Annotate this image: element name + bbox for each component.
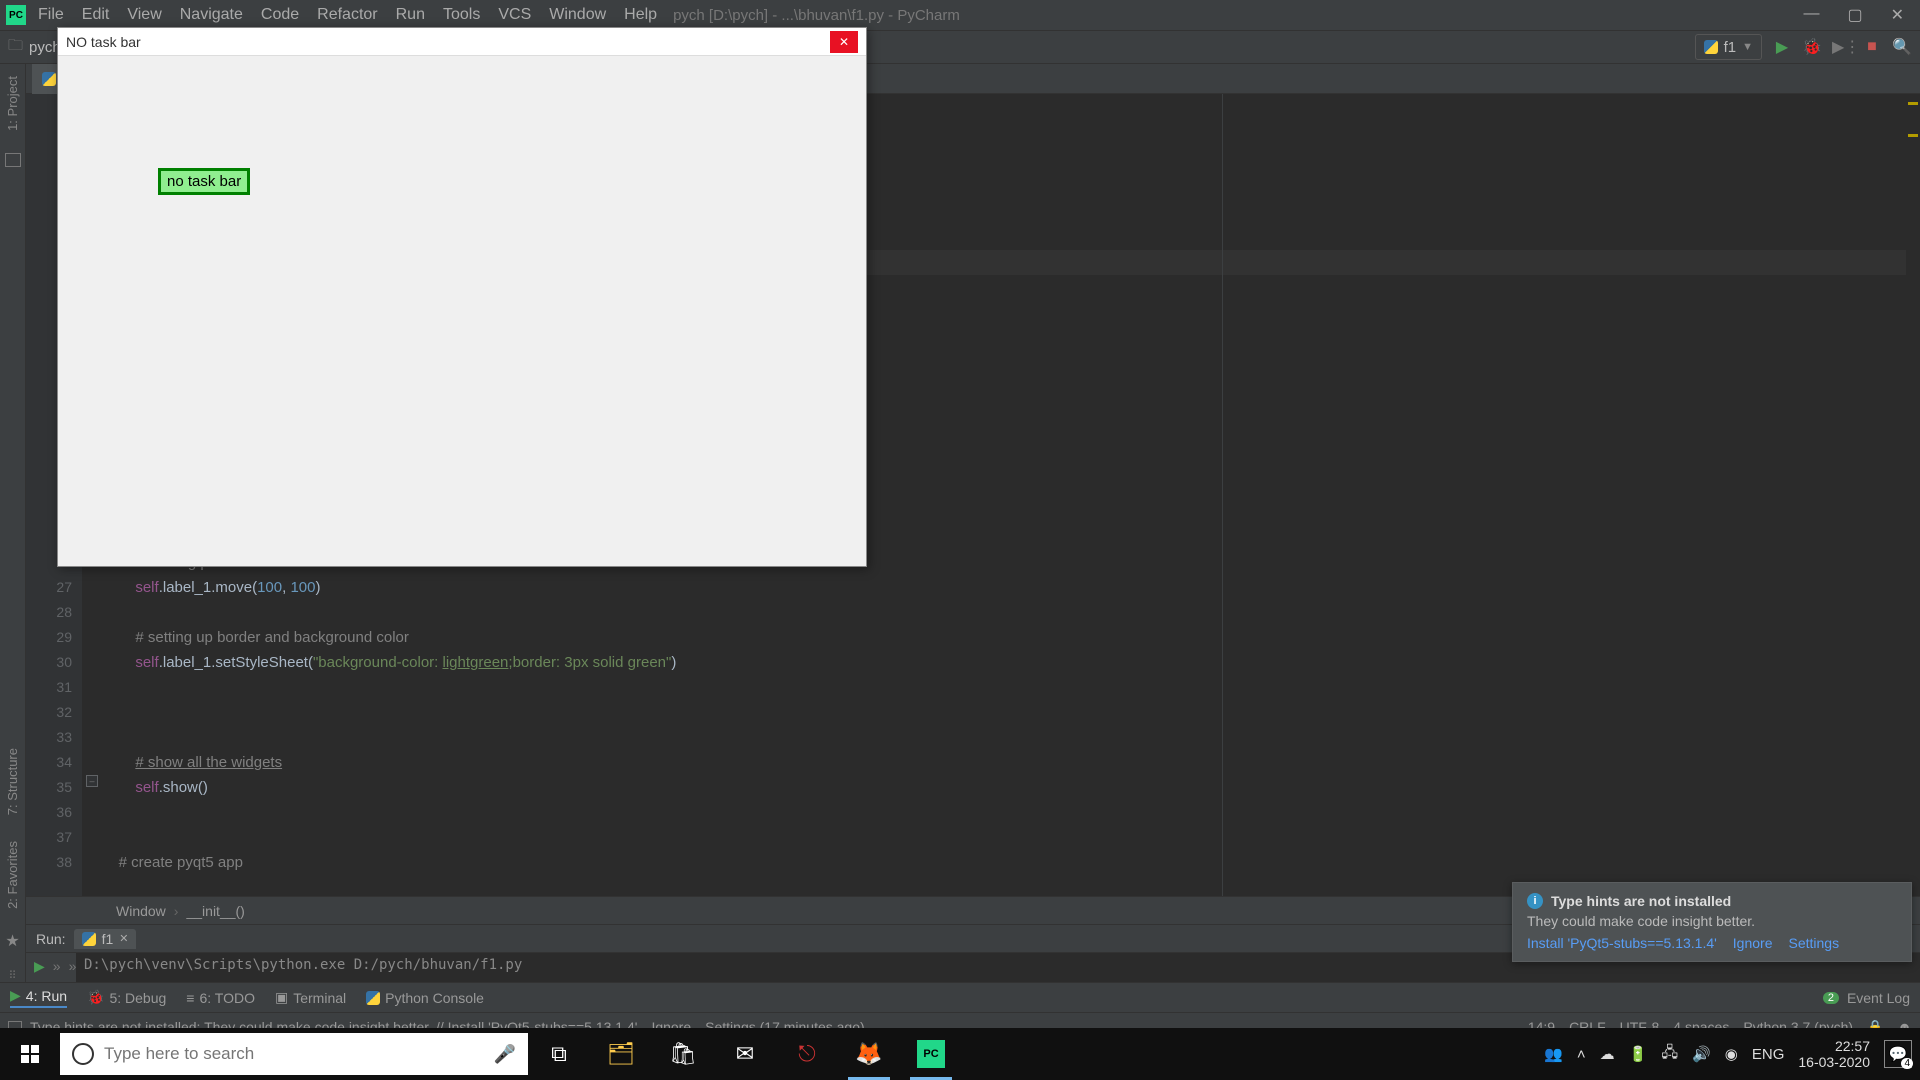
titlebar: PC File Edit View Navigate Code Refactor… bbox=[0, 0, 1920, 30]
tray-battery-icon[interactable]: 🔋 bbox=[1629, 1045, 1648, 1063]
minimize-icon[interactable]: — bbox=[1803, 5, 1819, 25]
notification-popup: i Type hints are not installed They could… bbox=[1512, 882, 1912, 962]
taskbar-app[interactable]: ⎋ bbox=[776, 1028, 838, 1080]
run-config-selector[interactable]: f1 ▼ bbox=[1695, 34, 1762, 60]
menu-window[interactable]: Window bbox=[549, 6, 606, 24]
left-tool-strip: 1: Project 7: Structure 2: Favorites ★ ⠿ bbox=[0, 64, 26, 982]
notif-install-link[interactable]: Install 'PyQt5-stubs==5.13.1.4' bbox=[1527, 935, 1717, 951]
menu-file[interactable]: File bbox=[38, 6, 64, 24]
python-file-icon bbox=[42, 72, 56, 86]
system-tray: 👥 ˄ ☁ 🔋 🖧 🔊 ◉ ENG 22:5716-03-2020 💬4 bbox=[1544, 1038, 1920, 1070]
search-input[interactable] bbox=[104, 1044, 484, 1064]
breadcrumb-root[interactable]: pych bbox=[29, 39, 61, 56]
action-center-button[interactable]: 💬4 bbox=[1884, 1040, 1912, 1068]
rerun-button[interactable]: ▶ bbox=[34, 958, 45, 975]
error-stripe[interactable] bbox=[1906, 94, 1920, 896]
notif-ignore-link[interactable]: Ignore bbox=[1733, 935, 1773, 951]
menu-view[interactable]: View bbox=[127, 6, 161, 24]
menu-help[interactable]: Help bbox=[624, 6, 657, 24]
event-count-badge: 2 bbox=[1823, 992, 1839, 1004]
window-title: pych [D:\pych] - ...\bhuvan\f1.py - PyCh… bbox=[673, 7, 960, 24]
taskbar-pycharm[interactable]: PC bbox=[900, 1028, 962, 1080]
menu-edit[interactable]: Edit bbox=[82, 6, 110, 24]
star-icon: ★ bbox=[5, 931, 19, 951]
windows-taskbar: 🎤 ⧉ 🗂 🛍 ✉ ⎋ 🦊 PC 👥 ˄ ☁ 🔋 🖧 🔊 ◉ ENG 22:57… bbox=[0, 1028, 1920, 1080]
tool-icon[interactable] bbox=[5, 153, 21, 167]
taskbar-file-explorer[interactable]: 🗂 bbox=[590, 1028, 652, 1080]
tray-volume-icon[interactable]: 🔊 bbox=[1692, 1045, 1711, 1063]
start-button[interactable] bbox=[0, 1028, 60, 1080]
taskbar-store[interactable]: 🛍 bbox=[652, 1028, 714, 1080]
more-icon[interactable]: » bbox=[53, 958, 61, 974]
tray-onedrive-icon[interactable]: ☁ bbox=[1600, 1045, 1615, 1063]
chevron-right-icon: › bbox=[174, 903, 179, 919]
pycharm-icon: PC bbox=[917, 1040, 945, 1068]
project-tool-tab[interactable]: 1: Project bbox=[5, 72, 20, 135]
taskbar-search[interactable]: 🎤 bbox=[60, 1033, 528, 1075]
tray-people-icon[interactable]: 👥 bbox=[1544, 1045, 1563, 1063]
crumb-class[interactable]: Window bbox=[116, 903, 166, 919]
dialog-titlebar[interactable]: NO task bar ✕ bbox=[58, 28, 866, 56]
dialog-title: NO task bar bbox=[66, 34, 141, 50]
folder-icon: 🗀 bbox=[8, 35, 23, 60]
dialog-label: no task bar bbox=[158, 168, 250, 195]
cortana-icon bbox=[72, 1043, 94, 1065]
menu-tools[interactable]: Tools bbox=[443, 6, 480, 24]
menu-vcs[interactable]: VCS bbox=[498, 6, 531, 24]
close-icon[interactable]: ✕ bbox=[1891, 5, 1904, 25]
python-icon bbox=[82, 932, 96, 946]
qt-dialog[interactable]: NO task bar ✕ no task bar bbox=[57, 27, 867, 567]
tray-clock[interactable]: 22:5716-03-2020 bbox=[1798, 1038, 1870, 1070]
tab-close-icon[interactable]: ✕ bbox=[119, 932, 128, 945]
tray-network-icon[interactable]: 🖧 bbox=[1661, 1042, 1678, 1067]
tray-language[interactable]: ENG bbox=[1752, 1046, 1785, 1063]
task-view-button[interactable]: ⧉ bbox=[528, 1028, 590, 1080]
tool-debug[interactable]: 🐞5: Debug bbox=[87, 989, 166, 1006]
notif-body: They could make code insight better. bbox=[1527, 913, 1897, 929]
favorites-tool-tab[interactable]: 2: Favorites bbox=[5, 837, 20, 913]
debug-button[interactable]: 🐞 bbox=[1802, 37, 1822, 57]
tool-todo[interactable]: ≡6: TODO bbox=[186, 990, 255, 1006]
run-label: Run: bbox=[36, 931, 66, 947]
pycharm-icon: PC bbox=[6, 5, 26, 25]
run-button[interactable]: ▶ bbox=[1772, 37, 1792, 57]
structure-tool-tab[interactable]: 7: Structure bbox=[5, 744, 20, 819]
run-config-name: f1 bbox=[1724, 39, 1737, 56]
tool-terminal[interactable]: ▣Terminal bbox=[275, 989, 346, 1006]
taskbar-mail[interactable]: ✉ bbox=[714, 1028, 776, 1080]
notif-title: Type hints are not installed bbox=[1551, 893, 1731, 909]
tool-run[interactable]: ▶4: Run bbox=[10, 987, 67, 1008]
menu-run[interactable]: Run bbox=[396, 6, 425, 24]
info-icon: i bbox=[1527, 893, 1543, 909]
crumb-func[interactable]: __init__() bbox=[186, 903, 244, 919]
mic-icon[interactable]: 🎤 bbox=[494, 1044, 516, 1065]
chevron-down-icon: ▼ bbox=[1742, 41, 1753, 53]
menu-navigate[interactable]: Navigate bbox=[180, 6, 243, 24]
notif-settings-link[interactable]: Settings bbox=[1789, 935, 1840, 951]
fold-marker[interactable]: – bbox=[86, 775, 98, 787]
menu-code[interactable]: Code bbox=[261, 6, 299, 24]
dialog-close-button[interactable]: ✕ bbox=[830, 31, 858, 53]
tray-location-icon[interactable]: ◉ bbox=[1725, 1045, 1738, 1063]
windows-logo-icon bbox=[21, 1045, 39, 1063]
python-icon bbox=[1704, 40, 1718, 54]
menu-refactor[interactable]: Refactor bbox=[317, 6, 377, 24]
tool-event-log[interactable]: Event Log bbox=[1847, 990, 1910, 1006]
run-tab[interactable]: f1 ✕ bbox=[74, 929, 137, 949]
taskbar-firefox[interactable]: 🦊 bbox=[838, 1028, 900, 1080]
main-menu: File Edit View Navigate Code Refactor Ru… bbox=[38, 6, 657, 24]
bottom-tool-strip: ▶4: Run 🐞5: Debug ≡6: TODO ▣Terminal Pyt… bbox=[0, 982, 1920, 1012]
tool-python-console[interactable]: Python Console bbox=[366, 990, 484, 1006]
coverage-button[interactable]: ▶⋮ bbox=[1832, 37, 1852, 57]
tray-chevron-up-icon[interactable]: ˄ bbox=[1577, 1046, 1586, 1063]
stop-button[interactable]: ■ bbox=[1862, 38, 1882, 56]
maximize-icon[interactable]: ▢ bbox=[1847, 5, 1862, 25]
search-everywhere-button[interactable]: 🔍 bbox=[1892, 37, 1912, 57]
run-toolbar: ▶ » » bbox=[26, 953, 76, 982]
